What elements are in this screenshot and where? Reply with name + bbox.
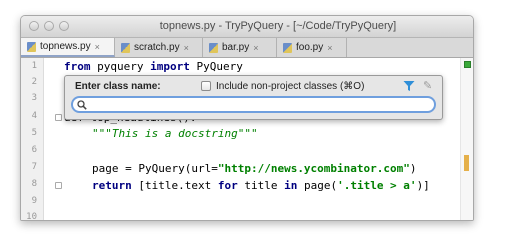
tab-foo[interactable]: foo.py × <box>277 38 347 57</box>
tab-label: scratch.py <box>134 42 180 53</box>
zoom-window-button[interactable] <box>59 21 69 31</box>
line-number: 2 <box>31 77 37 87</box>
line-number: 3 <box>31 93 37 103</box>
line-number: 1 <box>31 61 37 71</box>
class-name-input[interactable] <box>89 99 419 110</box>
code-line-5-docstring: """This is a docstring""" <box>92 127 258 140</box>
code-line-8: return [title.text for title in page('.t… <box>92 179 430 192</box>
python-file-icon <box>283 42 292 53</box>
fold-marker-icon[interactable] <box>55 114 62 121</box>
tab-bar[interactable]: bar.py × <box>203 38 277 57</box>
warning-marker[interactable] <box>464 155 469 171</box>
tab-label: foo.py <box>296 42 324 53</box>
error-stripe <box>460 58 473 220</box>
popup-label: Enter class name: <box>75 81 161 92</box>
python-file-icon <box>209 42 218 53</box>
code-line-7: page = PyQuery(url="http://news.ycombina… <box>92 162 417 175</box>
tab-scratch[interactable]: scratch.py × <box>115 38 203 57</box>
filter-icon[interactable] <box>403 80 415 92</box>
fold-marker-icon[interactable] <box>55 182 62 189</box>
close-tab-icon[interactable]: × <box>95 42 100 52</box>
code-line-1: from pyquery import PyQuery <box>64 60 243 73</box>
window-title: topnews.py - TryPyQuery - [~/Code/TryPyQ… <box>159 20 397 32</box>
tab-label: topnews.py <box>40 41 91 52</box>
line-number: 10 <box>26 212 37 221</box>
pin-icon[interactable]: ✎ <box>423 79 432 92</box>
class-search-box[interactable] <box>71 96 436 113</box>
title-bar: topnews.py - TryPyQuery - [~/Code/TryPyQ… <box>21 16 473 38</box>
tab-topnews[interactable]: topnews.py × <box>21 38 115 57</box>
inspection-ok-icon[interactable] <box>464 61 471 68</box>
close-tab-icon[interactable]: × <box>253 43 258 53</box>
search-icon <box>77 100 87 110</box>
close-window-button[interactable] <box>29 21 39 31</box>
tab-label: bar.py <box>222 42 250 53</box>
line-number: 8 <box>31 179 37 189</box>
python-file-icon <box>27 41 36 52</box>
include-non-project-checkbox[interactable] <box>201 81 211 91</box>
line-number: 4 <box>31 111 37 121</box>
goto-class-popup: Enter class name: Include non-project cl… <box>64 75 443 120</box>
close-tab-icon[interactable]: × <box>184 43 189 53</box>
line-number-gutter: 1 2 3 4 5 6 7 8 9 10 <box>21 58 44 220</box>
line-number: 5 <box>31 128 37 138</box>
minimize-window-button[interactable] <box>44 21 54 31</box>
include-non-project-label[interactable]: Include non-project classes (⌘O) <box>216 81 364 92</box>
line-number: 6 <box>31 145 37 155</box>
python-file-icon <box>121 42 130 53</box>
close-tab-icon[interactable]: × <box>327 43 332 53</box>
line-number: 9 <box>31 196 37 206</box>
editor-tabs: topnews.py × scratch.py × bar.py × foo.p… <box>21 38 473 58</box>
line-number: 7 <box>31 162 37 172</box>
